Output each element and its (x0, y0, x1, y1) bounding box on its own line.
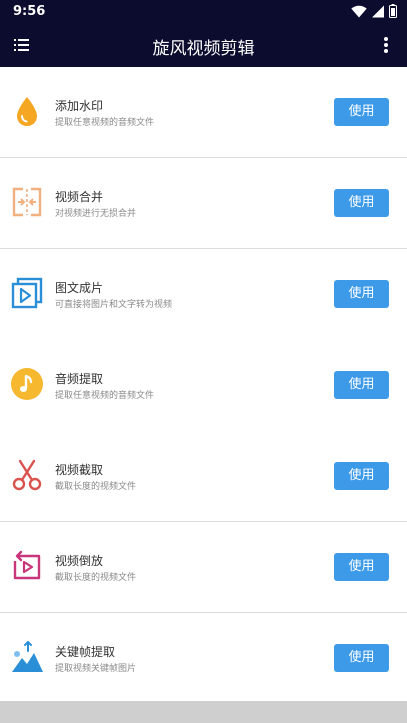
status-bar: 9:56 (0, 0, 407, 24)
feature-title: 添加水印 (55, 99, 104, 113)
merge-icon (10, 185, 44, 219)
keyframe-icon (10, 640, 44, 674)
feature-row-image-to-video[interactable]: 图文成片 可直接将图片和文字转为视频 使用 (0, 249, 407, 340)
use-button[interactable]: 使用 (334, 462, 389, 490)
feature-title: 音频提取 (55, 372, 104, 386)
feature-subtitle: 提取任意视频的音频文件 (55, 391, 155, 401)
more-vertical-icon[interactable] (382, 35, 390, 55)
bottom-bar (0, 701, 407, 723)
use-button[interactable]: 使用 (334, 553, 389, 581)
feature-row-add-watermark[interactable]: 添加水印 提取任意视频的音频文件 使用 (0, 67, 407, 158)
app-bar: 旋风视频剪辑 (0, 24, 407, 67)
feature-row-video-reverse[interactable]: 视频倒放 截取长度的视频文件 使用 (0, 522, 407, 613)
use-button[interactable]: 使用 (334, 371, 389, 399)
feature-title: 视频截取 (55, 463, 104, 477)
feature-title: 视频合并 (55, 190, 104, 204)
feature-title: 视频倒放 (55, 554, 104, 568)
signal-icon (372, 3, 384, 22)
feature-subtitle: 对视频进行无损合并 (55, 209, 137, 219)
feature-title: 关键帧提取 (55, 645, 116, 659)
feature-subtitle: 截取长度的视频文件 (55, 482, 137, 492)
feature-title: 图文成片 (55, 281, 104, 295)
feature-row-audio-extract[interactable]: 音频提取 提取任意视频的音频文件 使用 (0, 340, 407, 431)
battery-icon (389, 3, 397, 22)
use-button[interactable]: 使用 (334, 280, 389, 308)
scissors-icon (10, 458, 44, 492)
feature-subtitle: 提取任意视频的音频文件 (55, 118, 155, 128)
use-button[interactable]: 使用 (334, 189, 389, 217)
use-button[interactable]: 使用 (334, 98, 389, 126)
feature-subtitle: 提取视频关键帧图片 (55, 664, 137, 674)
feature-subtitle: 可直接将图片和文字转为视频 (55, 300, 173, 310)
status-icons (351, 3, 397, 22)
feature-subtitle: 截取长度的视频文件 (55, 573, 137, 583)
page-title: 旋风视频剪辑 (152, 39, 255, 59)
image-to-video-icon (10, 276, 44, 310)
feature-row-keyframe-extract[interactable]: 关键帧提取 提取视频关键帧图片 使用 (0, 613, 407, 704)
water-drop-icon (10, 94, 44, 128)
feature-row-video-cut[interactable]: 视频截取 截取长度的视频文件 使用 (0, 431, 407, 522)
feature-row-video-merge[interactable]: 视频合并 对视频进行无损合并 使用 (0, 158, 407, 249)
reverse-play-icon (10, 549, 44, 583)
wifi-icon (351, 3, 367, 22)
feature-list: 添加水印 提取任意视频的音频文件 使用 视频合并 对视频进行无损合并 使用 图文… (0, 67, 407, 704)
music-note-icon (10, 367, 44, 401)
use-button[interactable]: 使用 (334, 644, 389, 672)
status-time: 9:56 (13, 4, 46, 19)
